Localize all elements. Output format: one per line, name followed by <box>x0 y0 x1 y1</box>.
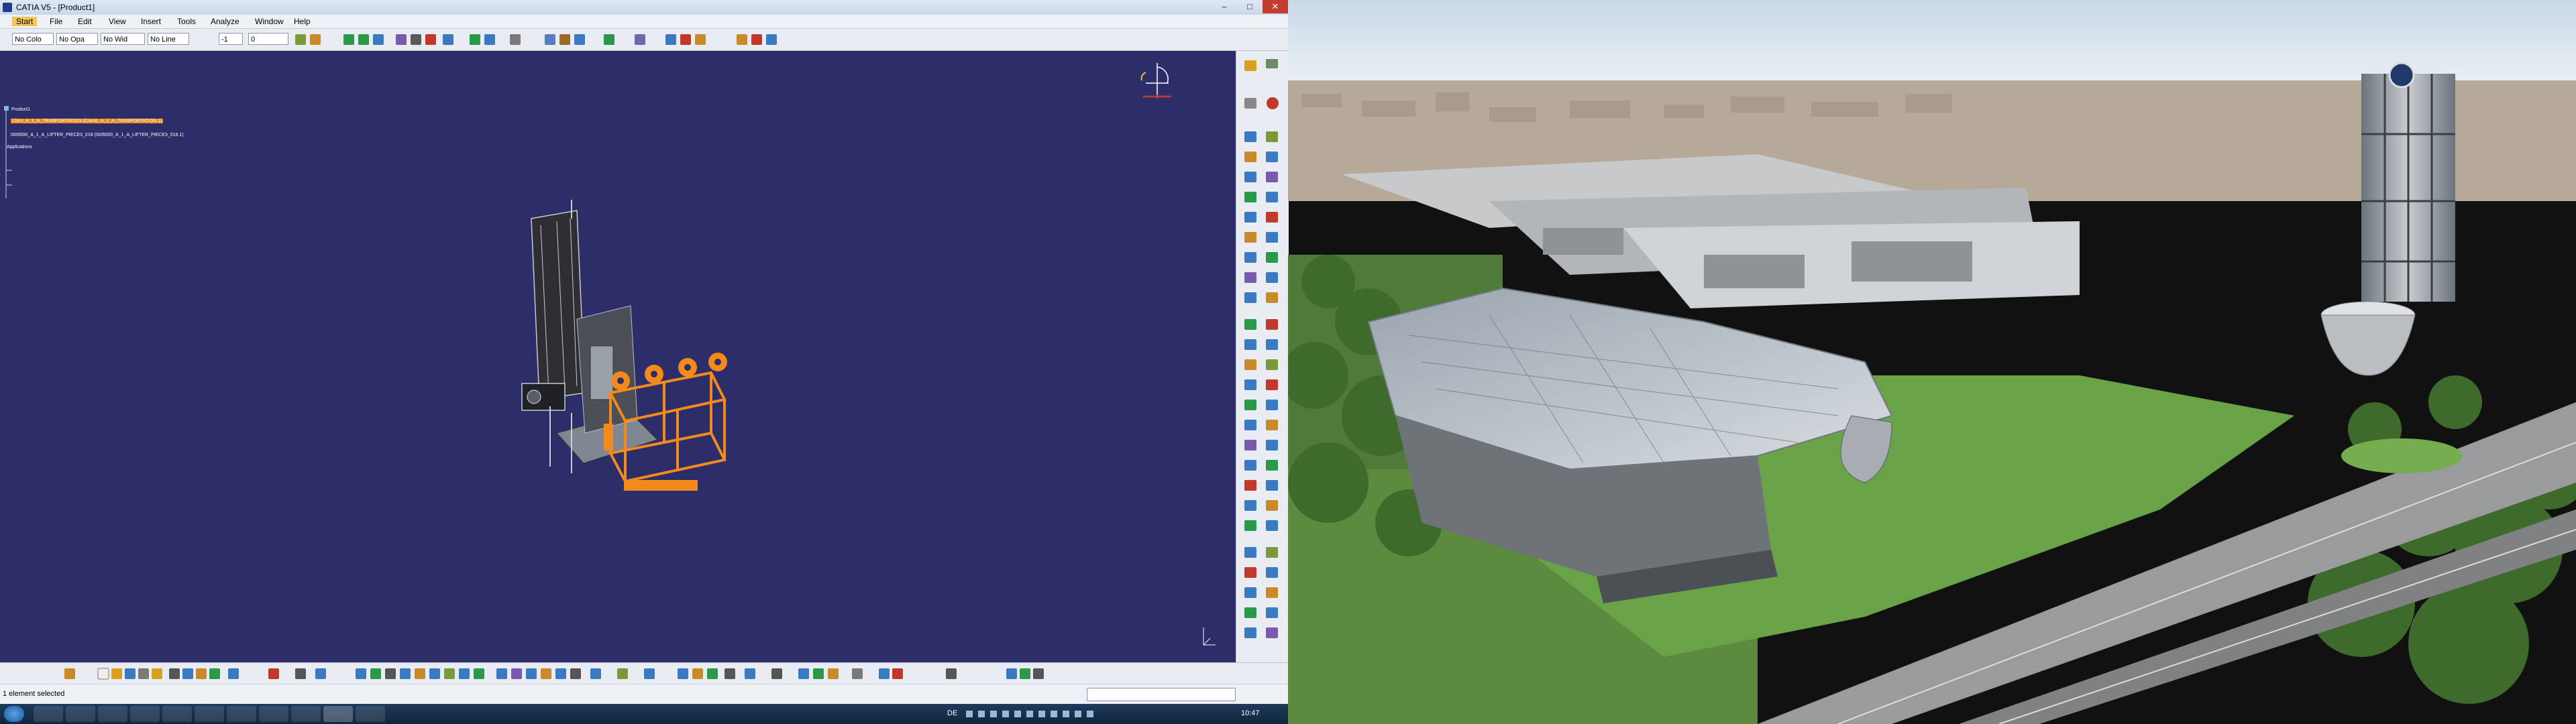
taskbar-chrome-icon[interactable] <box>66 706 95 722</box>
axis-indicator-icon <box>1203 627 1216 646</box>
window-title: CATIA V5 - [Product1] <box>16 3 95 12</box>
taskbar-app-icon[interactable] <box>162 706 192 722</box>
constraint-icon[interactable] <box>396 34 407 45</box>
minimize-button[interactable]: – <box>1212 0 1237 13</box>
start-icon[interactable] <box>4 706 24 722</box>
taskbar-app-icon[interactable] <box>130 706 160 722</box>
product-icon <box>4 106 9 111</box>
taskbar-catia-icon[interactable] <box>323 706 353 722</box>
menu-bar: Start File Edit View Insert Tools Analyz… <box>0 15 1288 29</box>
key-icon[interactable] <box>695 34 706 45</box>
menu-edit[interactable]: Edit <box>78 17 92 26</box>
layer-value-combo[interactable]: 0 <box>248 33 288 45</box>
assembly-model[interactable] <box>510 198 792 507</box>
tree-applications[interactable]: Applications <box>7 145 32 149</box>
maximize-button[interactable]: □ <box>1237 0 1263 13</box>
color-combo[interactable]: No Colo <box>12 33 54 45</box>
taskbar: DE 10:47 <box>0 704 1288 724</box>
status-text: 1 element selected <box>3 690 65 698</box>
publish-icon[interactable] <box>604 34 614 45</box>
opacity-combo[interactable]: No Opa <box>56 33 98 45</box>
close-button[interactable]: ✕ <box>1263 0 1288 13</box>
status-bar: 1 element selected <box>0 684 1288 705</box>
brush-icon[interactable] <box>310 34 321 45</box>
tree-item[interactable]: 00/6000_A_1_A_LIFTER_PIECE3_018 (00/6000… <box>11 133 184 137</box>
menu-file[interactable]: File <box>50 17 62 26</box>
line-type-combo[interactable]: No Line <box>148 33 189 45</box>
clock[interactable]: 10:47 <box>1241 709 1260 717</box>
menu-start[interactable]: Start <box>12 17 38 26</box>
parameter-icon[interactable] <box>766 34 777 45</box>
bom-icon[interactable] <box>665 34 676 45</box>
menu-view[interactable]: View <box>109 17 126 26</box>
section-icon[interactable] <box>559 34 570 45</box>
snap-icon[interactable] <box>358 34 369 45</box>
city-aerial-photo <box>1288 0 2576 724</box>
formula-icon[interactable] <box>751 34 762 45</box>
update-icon[interactable] <box>484 34 495 45</box>
catia-window: CATIA V5 - [Product1] – □ ✕ Start File E… <box>0 0 1289 724</box>
command-input[interactable] <box>1087 688 1236 701</box>
language-indicator[interactable]: DE <box>947 709 957 717</box>
layer-combo[interactable]: -1 <box>219 33 243 45</box>
taskbar-outlook-icon[interactable] <box>98 706 127 722</box>
taskbar-app-icon[interactable] <box>259 706 288 722</box>
right-toolbar-icons[interactable] <box>1236 51 1289 662</box>
taskbar-app-icon[interactable] <box>227 706 256 722</box>
menu-window[interactable]: Window <box>255 17 284 26</box>
move-icon[interactable] <box>343 34 354 45</box>
bottom-toolbar <box>0 662 1288 684</box>
menu-help[interactable]: Help <box>294 17 311 26</box>
menu-insert[interactable]: Insert <box>141 17 161 26</box>
bottom-toolbar-icons[interactable] <box>0 663 1288 684</box>
lock-icon[interactable] <box>680 34 691 45</box>
clash-icon[interactable] <box>411 34 421 45</box>
explode-icon[interactable] <box>470 34 480 45</box>
desktop-wallpaper <box>1288 0 2576 724</box>
paint-icon[interactable] <box>295 34 306 45</box>
3d-viewport[interactable]: Product1 Clam_A_1_A_TRASPORTATION (Clamp… <box>0 51 1236 662</box>
system-tray-icons[interactable] <box>966 710 1100 718</box>
taskbar-app-icon[interactable] <box>291 706 321 722</box>
menu-analyze[interactable]: Analyze <box>211 17 239 26</box>
taskbar-app-icon[interactable] <box>195 706 224 722</box>
tree-root[interactable]: Product1 <box>4 106 30 112</box>
taskbar-explorer-icon[interactable] <box>34 706 63 722</box>
measure-icon[interactable] <box>443 34 453 45</box>
taskbar-app-icon[interactable] <box>356 706 385 722</box>
line-width-combo[interactable]: No Wid <box>101 33 145 45</box>
catalog-icon[interactable] <box>545 34 555 45</box>
catia-logo-icon <box>3 3 12 12</box>
scenes-icon[interactable] <box>510 34 521 45</box>
annotation-icon[interactable] <box>574 34 585 45</box>
menu-tools[interactable]: Tools <box>177 17 196 26</box>
tree-item-selected[interactable]: Clam_A_1_A_TRASPORTATION (Clamp_A_1_A_TR… <box>11 119 164 123</box>
manipulate-icon[interactable] <box>373 34 384 45</box>
compass-icon[interactable] <box>1134 58 1181 105</box>
knowledge-icon[interactable] <box>737 34 747 45</box>
title-bar: CATIA V5 - [Product1] – □ ✕ <box>0 0 1288 15</box>
right-toolbar <box>1236 51 1289 662</box>
top-toolbar: No Colo No Opa No Wid No Line -1 0 <box>0 29 1288 51</box>
app-icon[interactable] <box>635 34 645 45</box>
fix-icon[interactable] <box>425 34 436 45</box>
bmw-logo-icon <box>2388 62 2415 88</box>
